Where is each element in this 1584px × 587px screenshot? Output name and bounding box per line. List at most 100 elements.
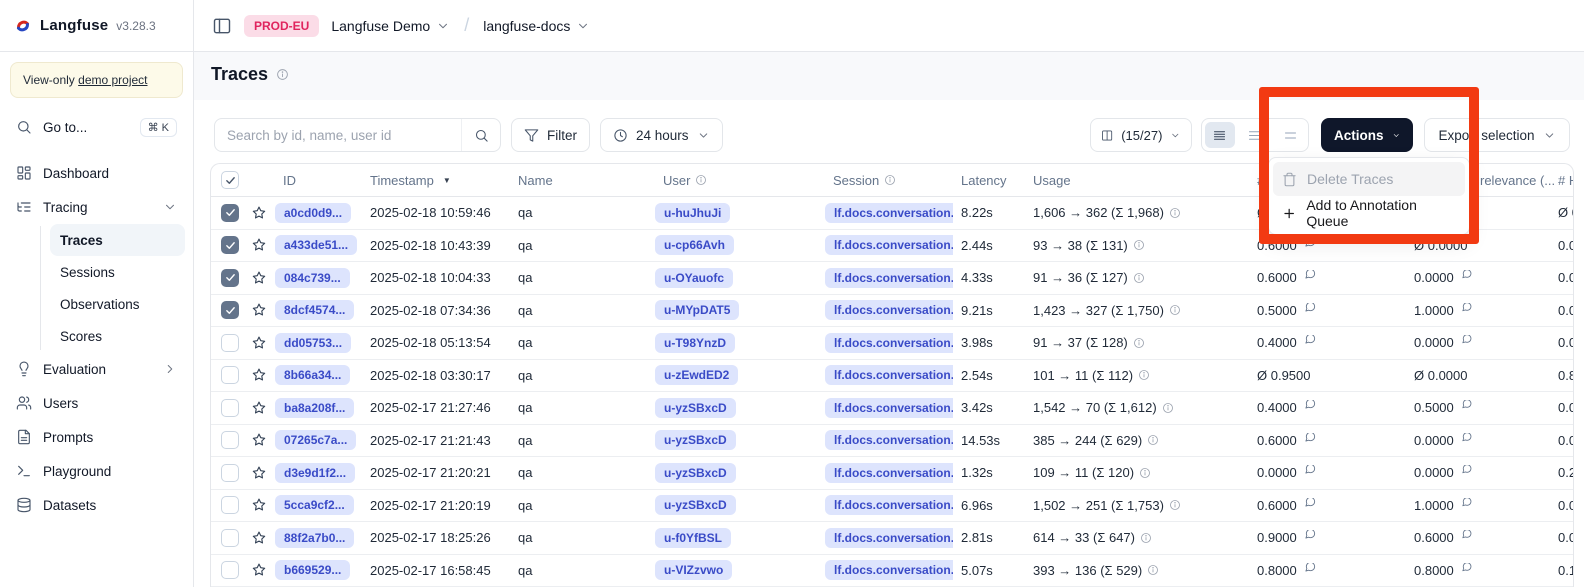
trace-id-badge[interactable]: 8b66a34... xyxy=(275,365,350,385)
user-badge[interactable]: u-VIZzvwo xyxy=(655,560,732,580)
table-row[interactable]: ba8a208f...2025-02-17 21:27:46qau-yzSBxc… xyxy=(211,392,1573,425)
trace-id-badge[interactable]: 5cca9cf2... xyxy=(275,495,354,515)
menu-item-delete-traces[interactable]: Delete Traces xyxy=(1273,162,1465,196)
table-row[interactable]: dd05753...2025-02-18 05:13:54qau-T98YnzD… xyxy=(211,327,1573,360)
trace-id-badge[interactable]: b669529... xyxy=(275,560,350,580)
user-badge[interactable]: u-cp66Avh xyxy=(655,235,734,255)
row-checkbox[interactable] xyxy=(211,529,249,547)
session-badge[interactable]: lf.docs.conversation... xyxy=(825,333,953,353)
session-badge[interactable]: lf.docs.conversation... xyxy=(825,268,953,288)
session-badge[interactable]: lf.docs.conversation... xyxy=(825,430,953,450)
sidebar-item-dashboard[interactable]: Dashboard xyxy=(8,156,185,190)
sidebar-item-evaluation[interactable]: Evaluation xyxy=(8,352,185,386)
trace-id-badge[interactable]: ba8a208f... xyxy=(275,398,354,418)
org-selector[interactable]: Langfuse Demo xyxy=(331,18,450,34)
session-badge[interactable]: lf.docs.conversation... xyxy=(825,528,953,548)
trace-id-badge[interactable]: 8dcf4574... xyxy=(275,300,354,320)
bookmark-star-icon[interactable] xyxy=(249,302,275,318)
bookmark-star-icon[interactable] xyxy=(249,237,275,253)
bookmark-star-icon[interactable] xyxy=(249,432,275,448)
search-input[interactable] xyxy=(215,128,461,143)
actions-button[interactable]: Actions xyxy=(1321,118,1413,152)
sidebar-item-prompts[interactable]: Prompts xyxy=(8,420,185,454)
header-timestamp[interactable]: Timestamp▼ xyxy=(362,173,510,188)
bookmark-star-icon[interactable] xyxy=(249,465,275,481)
user-badge[interactable]: u-yzSBxcD xyxy=(655,430,736,450)
row-checkbox[interactable] xyxy=(211,334,249,352)
goto-search[interactable]: Go to... ⌘ K xyxy=(8,112,185,142)
bookmark-star-icon[interactable] xyxy=(249,497,275,513)
panel-toggle-icon[interactable] xyxy=(212,16,232,36)
sidebar-item-playground[interactable]: Playground xyxy=(8,454,185,488)
table-row[interactable]: 084c739...2025-02-18 10:04:33qau-OYauofc… xyxy=(211,262,1573,295)
project-selector[interactable]: langfuse-docs xyxy=(483,18,590,34)
table-row[interactable]: 07265c7a...2025-02-17 21:21:43qau-yzSBxc… xyxy=(211,425,1573,458)
sidebar-item-observations[interactable]: Observations xyxy=(50,288,185,320)
user-badge[interactable]: u-yzSBxcD xyxy=(655,463,736,483)
trace-id-badge[interactable]: 88f2a7b0... xyxy=(275,528,354,548)
session-badge[interactable]: lf.docs.conversation... xyxy=(825,495,953,515)
bookmark-star-icon[interactable] xyxy=(249,562,275,578)
bookmark-star-icon[interactable] xyxy=(249,205,275,221)
row-checkbox[interactable] xyxy=(211,366,249,384)
sidebar-item-users[interactable]: Users xyxy=(8,386,185,420)
row-checkbox[interactable] xyxy=(211,236,249,254)
user-badge[interactable]: u-yzSBxcD xyxy=(655,495,736,515)
session-badge[interactable]: lf.docs.conversation... xyxy=(825,463,953,483)
export-selection-button[interactable]: Export selection xyxy=(1424,118,1570,152)
user-badge[interactable]: u-OYauofc xyxy=(655,268,733,288)
table-row[interactable]: d3e9d1f2...2025-02-17 21:20:21qau-yzSBxc… xyxy=(211,457,1573,490)
bookmark-star-icon[interactable] xyxy=(249,335,275,351)
bookmark-star-icon[interactable] xyxy=(249,400,275,416)
session-badge[interactable]: lf.docs.conversation... xyxy=(825,235,953,255)
session-badge[interactable]: lf.docs.conversation... xyxy=(825,300,953,320)
sidebar-item-sessions[interactable]: Sessions xyxy=(50,256,185,288)
search-submit-button[interactable] xyxy=(461,119,500,151)
row-checkbox[interactable] xyxy=(211,496,249,514)
row-checkbox[interactable] xyxy=(211,399,249,417)
row-height-large-button[interactable] xyxy=(1275,122,1305,148)
row-height-medium-button[interactable] xyxy=(1240,122,1270,148)
bookmark-star-icon[interactable] xyxy=(249,270,275,286)
table-row[interactable]: 88f2a7b0...2025-02-17 18:25:26qau-f0YfBS… xyxy=(211,522,1573,555)
row-height-small-button[interactable] xyxy=(1205,122,1235,148)
bookmark-star-icon[interactable] xyxy=(249,367,275,383)
sidebar-item-scores[interactable]: Scores xyxy=(50,320,185,352)
time-range-button[interactable]: 24 hours xyxy=(600,118,723,152)
filter-button[interactable]: Filter xyxy=(511,118,590,152)
sidebar-item-datasets[interactable]: Datasets xyxy=(8,488,185,522)
column-visibility-button[interactable]: (15/27) xyxy=(1090,118,1192,152)
user-badge[interactable]: u-huJhuJi xyxy=(655,203,730,223)
trace-id-badge[interactable]: dd05753... xyxy=(275,333,351,353)
row-checkbox[interactable] xyxy=(211,464,249,482)
row-checkbox[interactable] xyxy=(211,204,249,222)
table-row[interactable]: b669529...2025-02-17 16:58:45qau-VIZzvwo… xyxy=(211,555,1573,587)
trace-id-badge[interactable]: 084c739... xyxy=(275,268,350,288)
demo-project-link[interactable]: demo project xyxy=(78,73,147,87)
session-badge[interactable]: lf.docs.conversation... xyxy=(825,560,953,580)
user-badge[interactable]: u-T98YnzD xyxy=(655,333,735,353)
table-row[interactable]: 8b66a34...2025-02-18 03:30:17qau-zEwdED2… xyxy=(211,360,1573,393)
session-badge[interactable]: lf.docs.conversation... xyxy=(825,398,953,418)
user-badge[interactable]: u-f0YfBSL xyxy=(655,528,731,548)
trace-id-badge[interactable]: a433de51... xyxy=(275,235,357,255)
session-badge[interactable]: lf.docs.conversation... xyxy=(825,365,953,385)
trace-id-badge[interactable]: d3e9d1f2... xyxy=(275,463,355,483)
menu-item-add-to-annotation-queue[interactable]: Add to Annotation Queue xyxy=(1273,196,1465,230)
trace-id-badge[interactable]: a0cd0d9... xyxy=(275,203,351,223)
sidebar-item-tracing[interactable]: Tracing xyxy=(8,190,185,224)
sidebar-item-traces[interactable]: Traces xyxy=(50,224,185,256)
user-badge[interactable]: u-zEwdED2 xyxy=(655,365,738,385)
table-row[interactable]: 8dcf4574...2025-02-18 07:34:36qau-MYpDAT… xyxy=(211,295,1573,328)
user-badge[interactable]: u-MYpDAT5 xyxy=(655,300,739,320)
bookmark-star-icon[interactable] xyxy=(249,530,275,546)
row-checkbox[interactable] xyxy=(211,431,249,449)
row-checkbox[interactable] xyxy=(211,269,249,287)
table-row[interactable]: 5cca9cf2...2025-02-17 21:20:19qau-yzSBxc… xyxy=(211,490,1573,523)
trace-id-badge[interactable]: 07265c7a... xyxy=(275,430,356,450)
select-all-checkbox[interactable] xyxy=(211,171,249,189)
user-badge[interactable]: u-yzSBxcD xyxy=(655,398,736,418)
row-checkbox[interactable] xyxy=(211,561,249,579)
session-badge[interactable]: lf.docs.conversation... xyxy=(825,203,953,223)
row-checkbox[interactable] xyxy=(211,301,249,319)
